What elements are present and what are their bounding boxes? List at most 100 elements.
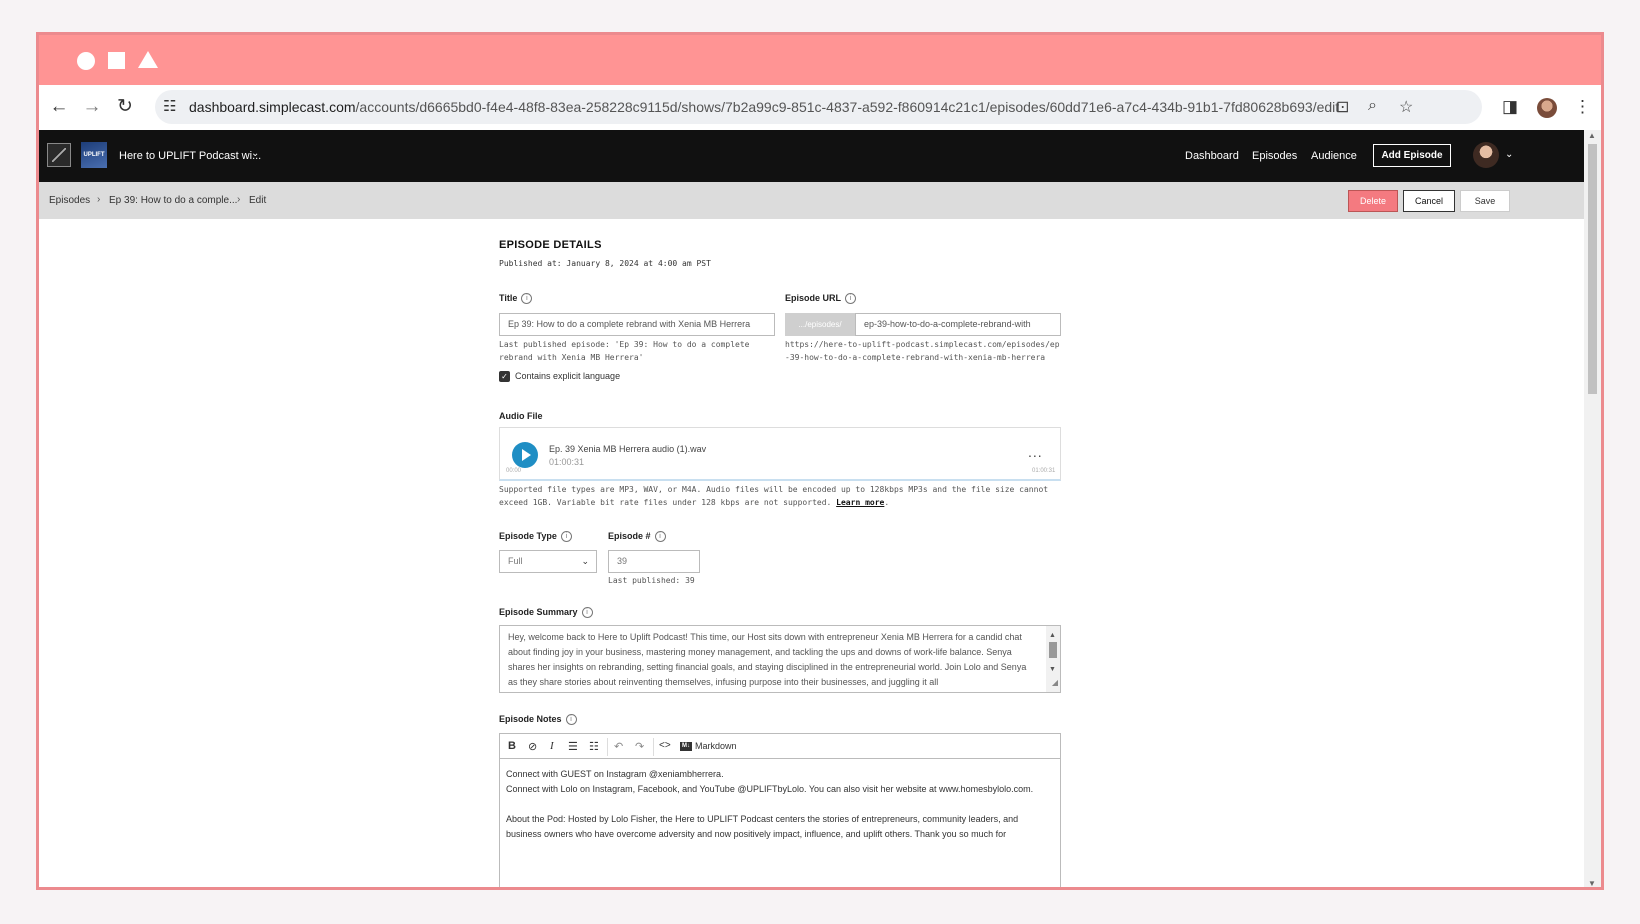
window-title-bar — [39, 35, 1601, 85]
episode-type-label: Episode Type i — [499, 531, 572, 543]
circle-shape-icon — [77, 52, 95, 70]
toolbar-divider — [653, 738, 654, 756]
scroll-up-icon[interactable]: ▲ — [1588, 131, 1596, 140]
install-app-icon[interactable]: ⊡ — [1336, 97, 1349, 117]
url-prefix: .../episodes/ — [785, 313, 855, 336]
chevron-down-icon[interactable]: ⌄ — [251, 148, 259, 159]
simplecast-logo[interactable] — [47, 143, 71, 167]
episode-number-input[interactable]: 39 — [608, 550, 700, 573]
explicit-label[interactable]: Contains explicit language — [515, 371, 620, 381]
chevron-down-icon[interactable]: ⌄ — [1505, 149, 1513, 160]
toolbar-divider — [607, 738, 608, 756]
notes-blank-line — [506, 797, 1054, 812]
episode-type-select[interactable]: Full ⌄ — [499, 550, 597, 573]
cancel-button[interactable]: Cancel — [1403, 190, 1455, 212]
code-icon[interactable]: <> — [659, 740, 671, 751]
nav-dashboard[interactable]: Dashboard — [1185, 150, 1239, 162]
title-input[interactable]: Ep 39: How to do a complete rebrand with… — [499, 313, 775, 336]
play-icon[interactable] — [512, 442, 538, 468]
show-artwork[interactable]: UPLIFT — [81, 142, 107, 168]
nav-episodes[interactable]: Episodes — [1252, 150, 1297, 162]
episode-summary-textarea[interactable]: Hey, welcome back to Here to Uplift Podc… — [499, 625, 1061, 693]
app-header: UPLIFT Here to UPLIFT Podcast wi... ⌄ Da… — [39, 130, 1584, 182]
notes-line: Connect with GUEST on Instagram @xeniamb… — [506, 769, 724, 779]
scroll-up-icon[interactable]: ▲ — [1049, 628, 1056, 643]
scroll-down-icon[interactable]: ▼ — [1588, 879, 1596, 887]
audio-player: Ep. 39 Xenia MB Herrera audio (1).wav 01… — [499, 427, 1061, 481]
scrollbar-thumb[interactable] — [1588, 144, 1597, 394]
breadcrumb-episodes[interactable]: Episodes — [49, 195, 90, 206]
show-name[interactable]: Here to UPLIFT Podcast wi... — [119, 150, 261, 162]
delete-button[interactable]: Delete — [1348, 190, 1398, 212]
site-settings-icon[interactable]: ☷ — [163, 97, 176, 115]
reload-icon[interactable]: ↻ — [113, 95, 137, 119]
section-title: EPISODE DETAILS — [499, 239, 602, 251]
episode-number-label: Episode # i — [608, 531, 666, 543]
forward-arrow-icon[interactable]: → — [80, 95, 104, 119]
episode-url-hint: https://here-to-uplift-podcast.simplecas… — [785, 340, 1060, 362]
undo-icon[interactable]: ↶ — [614, 740, 623, 753]
resize-handle-icon[interactable]: ◢ — [1052, 675, 1058, 690]
chevron-down-icon: ⌄ — [581, 556, 589, 566]
info-icon[interactable]: i — [560, 531, 572, 543]
audio-time-end: 01:00:31 — [1032, 468, 1056, 474]
bullet-list-icon[interactable]: ☰ — [568, 740, 578, 753]
markdown-toggle[interactable]: Markdown — [695, 741, 737, 751]
info-icon[interactable]: i — [565, 714, 577, 726]
user-avatar[interactable] — [1473, 142, 1499, 168]
link-icon[interactable]: ⊘ — [528, 740, 537, 753]
more-options-icon[interactable]: ... — [1028, 444, 1043, 460]
numbered-list-icon[interactable]: ☷ — [589, 740, 599, 753]
bold-icon[interactable]: B — [508, 740, 516, 752]
summary-scrollbar-thumb[interactable] — [1049, 642, 1057, 658]
breadcrumb-separator: › — [237, 194, 241, 205]
notes-toolbar: B ⊘ I ☰ ☷ ↶ ↷ <> M↓ Markdown — [499, 733, 1061, 759]
info-icon[interactable]: i — [845, 293, 857, 305]
bookmark-star-icon[interactable]: ☆ — [1399, 97, 1413, 117]
learn-more-link[interactable]: Learn more — [836, 498, 884, 507]
audio-duration: 01:00:31 — [549, 457, 585, 467]
breadcrumb-separator: › — [97, 194, 101, 205]
browser-toolbar: ← → ↻ ☷ dashboard.simplecast.com/account… — [39, 85, 1601, 131]
info-icon[interactable]: i — [581, 607, 593, 619]
breadcrumb-episode[interactable]: Ep 39: How to do a comple... — [109, 195, 237, 206]
page-action-bar: Episodes › Ep 39: How to do a comple... … — [39, 182, 1584, 219]
add-episode-button[interactable]: Add Episode — [1373, 144, 1451, 167]
italic-icon[interactable]: I — [550, 740, 554, 752]
triangle-shape-icon — [138, 51, 158, 68]
episode-edit-form: EPISODE DETAILS Published at: January 8,… — [39, 219, 1584, 887]
browser-profile-avatar[interactable] — [1537, 98, 1557, 118]
episode-url-input[interactable]: ep-39-how-to-do-a-complete-rebrand-with — [855, 313, 1061, 336]
markdown-icon[interactable]: M↓ — [680, 742, 692, 751]
address-bar[interactable]: ☷ dashboard.simplecast.com/accounts/d666… — [155, 90, 1482, 124]
episode-notes-label: Episode Notes i — [499, 714, 577, 726]
square-shape-icon — [108, 52, 125, 69]
title-label: Title i — [499, 293, 533, 305]
title-hint: Last published episode: 'Ep 39: How to d… — [499, 340, 750, 362]
back-arrow-icon[interactable]: ← — [47, 95, 71, 119]
breadcrumb-edit: Edit — [249, 195, 267, 206]
episode-notes-editor[interactable]: Connect with GUEST on Instagram @xeniamb… — [499, 759, 1061, 887]
info-icon[interactable]: i — [521, 293, 533, 305]
audio-time-start: 00:00 — [506, 468, 522, 474]
zoom-icon[interactable]: ⌕ — [1368, 97, 1377, 115]
url-text[interactable]: dashboard.simplecast.com/accounts/d6665b… — [189, 99, 1339, 115]
page-scrollbar[interactable]: ▲ ▼ — [1584, 130, 1601, 887]
nav-audience[interactable]: Audience — [1311, 150, 1357, 162]
episode-url-label: Episode URL i — [785, 293, 857, 305]
notes-line: Connect with Lolo on Instagram, Facebook… — [506, 784, 1034, 794]
info-icon[interactable]: i — [654, 531, 666, 543]
audio-file-label: Audio File — [499, 411, 543, 421]
browser-menu-icon[interactable]: ⋮ — [1574, 97, 1591, 117]
published-date: Published at: January 8, 2024 at 4:00 am… — [499, 259, 711, 268]
redo-icon[interactable]: ↷ — [635, 740, 644, 753]
side-panel-icon[interactable]: ◨ — [1502, 97, 1518, 117]
browser-window: ← → ↻ ☷ dashboard.simplecast.com/account… — [36, 32, 1604, 890]
audio-file-name: Ep. 39 Xenia MB Herrera audio (1).wav — [549, 444, 707, 454]
explicit-checkbox[interactable]: ✓ — [499, 371, 510, 382]
audio-file-note: Supported file types are MP3, WAV, or M4… — [499, 485, 1049, 507]
episode-summary-label: Episode Summary i — [499, 607, 593, 619]
episode-number-hint: Last published: 39 — [608, 576, 695, 585]
notes-line: About the Pod: Hosted by Lolo Fisher, th… — [506, 814, 1019, 839]
save-button[interactable]: Save — [1460, 190, 1510, 212]
